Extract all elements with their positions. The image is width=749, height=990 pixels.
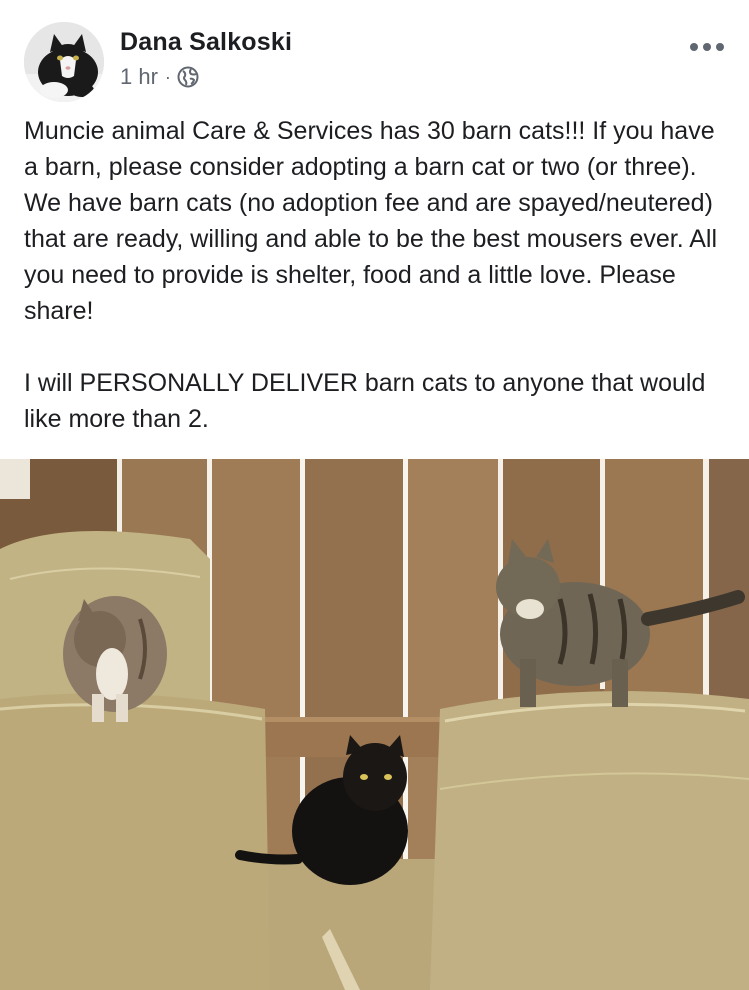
post-timestamp[interactable]: 1 hr [120,64,158,90]
post-header: Dana Salkoski 1 hr · [0,0,749,110]
post-paragraph: Muncie animal Care & Services has 30 bar… [24,117,717,325]
more-horizontal-icon [690,43,724,51]
facebook-post: Dana Salkoski 1 hr · Muncie animal Care … [0,0,749,990]
meta-separator: · [164,66,171,87]
post-paragraph: I will PERSONALLY DELIVER barn cats to a… [24,369,706,433]
author-name[interactable]: Dana Salkoski [120,28,292,57]
post-text: Muncie animal Care & Services has 30 bar… [24,113,729,437]
globe-icon[interactable] [177,66,199,88]
barn-cats-photo [0,459,749,990]
post-photo[interactable] [0,459,749,990]
post-meta: 1 hr · [120,63,199,91]
more-options-button[interactable] [685,32,729,62]
cat-avatar-icon [24,22,104,102]
author-avatar[interactable] [24,22,104,102]
